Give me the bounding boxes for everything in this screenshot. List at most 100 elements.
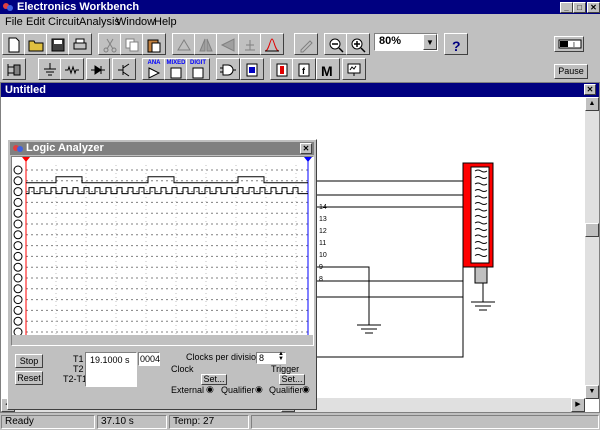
channel-terminal	[13, 219, 23, 229]
menu-file[interactable]: File	[5, 14, 23, 30]
menu-circuit[interactable]: Circuit	[48, 14, 79, 30]
cursor-t2-handle	[304, 157, 312, 162]
digital-bin-button[interactable]	[240, 58, 264, 80]
scroll-thumb[interactable]	[585, 223, 599, 237]
channel-terminal	[13, 284, 23, 294]
clock-set-button[interactable]: Set...	[201, 374, 227, 385]
miscellaneous-bin-button[interactable]: M	[316, 58, 340, 80]
spinner-arrows-icon[interactable]: ▲ ▼	[278, 351, 284, 362]
clock-label: Clock	[171, 364, 194, 374]
menu-analysis[interactable]: Analysis	[79, 14, 120, 30]
diodes-bin-button[interactable]	[86, 58, 110, 80]
copy-button[interactable]	[120, 33, 144, 55]
analysis-graphs-button[interactable]	[294, 33, 318, 55]
help-question-icon: ?	[452, 38, 461, 53]
clocks-per-division-label: Clocks per division	[186, 352, 262, 362]
analog-ics-bin-button[interactable]: ANA	[142, 58, 166, 80]
mixed-ic-icon	[170, 67, 182, 79]
app-icon	[3, 3, 13, 11]
component-properties-icon	[245, 40, 255, 51]
word-generator-ic[interactable]	[462, 162, 494, 284]
logic-analyzer-traces[interactable]	[12, 157, 313, 345]
menu-help[interactable]: Help	[154, 14, 177, 30]
cut-button[interactable]	[98, 33, 122, 55]
zoom-in-button[interactable]	[346, 33, 370, 55]
menu-edit[interactable]: Edit	[26, 14, 45, 30]
flip-flop-icon	[246, 63, 258, 77]
basic-bin-button[interactable]	[60, 58, 84, 80]
power-switch[interactable]: I	[554, 36, 584, 52]
mixed-ics-bin-button[interactable]: MIXED	[164, 58, 188, 80]
logic-analyzer-close-button[interactable]: ✕	[300, 143, 312, 154]
sources-bin-button[interactable]	[38, 58, 62, 80]
print-button[interactable]	[68, 33, 92, 55]
pin-label: 8	[319, 276, 323, 283]
ground-symbol[interactable]	[471, 301, 495, 311]
rotate-icon	[177, 39, 191, 51]
document-titlebar[interactable]: Untitled ✕	[1, 83, 599, 97]
analog-ics-label: ANA	[147, 60, 161, 66]
trigger-qualifier-radio[interactable]: ◉	[302, 384, 310, 395]
parts-bin-icon	[7, 64, 21, 76]
qualifier-radio[interactable]: ◉	[255, 384, 263, 395]
svg-text:?: ?	[452, 38, 461, 53]
digital-ics-bin-button[interactable]: DIGIT	[186, 58, 210, 80]
save-disk-icon	[51, 38, 65, 52]
channel-terminal	[13, 316, 23, 326]
t2-t1-label: T2-T1	[63, 374, 88, 384]
vertical-scrollbar[interactable]: ▲ ▼	[585, 97, 599, 399]
resistor-icon	[65, 65, 79, 75]
time-readout: 19.1000 s	[85, 352, 137, 387]
zoom-out-button[interactable]	[324, 33, 348, 55]
chevron-down-icon[interactable]: ▼	[423, 34, 437, 50]
ground-symbol[interactable]	[357, 317, 381, 334]
open-button[interactable]	[24, 33, 48, 55]
logic-analyzer-titlebar[interactable]: Logic Analyzer ✕	[10, 142, 314, 155]
logic-analyzer-display[interactable]	[11, 156, 314, 346]
status-message	[251, 415, 599, 429]
indicators-bin-button[interactable]	[270, 58, 294, 80]
flip-horizontal-button[interactable]	[194, 33, 218, 55]
save-button[interactable]	[46, 33, 70, 55]
reset-button[interactable]: Reset	[15, 371, 43, 385]
instrument-icon	[347, 63, 361, 76]
component-properties-button[interactable]	[238, 33, 262, 55]
stop-button[interactable]: Stop	[15, 354, 43, 368]
clock-trace	[26, 187, 308, 195]
maximize-button[interactable]: □	[573, 2, 586, 13]
help-button[interactable]: ?	[444, 33, 468, 55]
new-button[interactable]	[2, 33, 26, 55]
display-scrollbar	[12, 335, 313, 345]
document-close-button[interactable]: ✕	[584, 84, 596, 95]
parts-bin-toggle-button[interactable]	[2, 58, 26, 80]
flip-horizontal-icon	[199, 38, 213, 52]
minimize-button[interactable]: _	[560, 2, 573, 13]
menu-window[interactable]: Window	[116, 14, 155, 30]
app-icon	[13, 145, 23, 152]
instruments-bin-button[interactable]	[342, 58, 366, 80]
analog-ic-icon	[148, 67, 161, 79]
scroll-right-icon[interactable]: ▶	[571, 398, 585, 412]
paste-clipboard-icon	[147, 39, 161, 53]
paste-button[interactable]	[142, 33, 166, 55]
app-titlebar[interactable]: Electronics Workbench _ □ ✕	[0, 0, 600, 14]
diode-icon	[91, 65, 105, 75]
cursor-t1-handle	[22, 157, 30, 162]
channel-terminal	[13, 241, 23, 251]
scroll-up-icon[interactable]: ▲	[585, 97, 599, 111]
external-radio[interactable]: ◉	[206, 384, 214, 395]
clocks-per-division-input[interactable]: 8 ▲ ▼	[256, 351, 286, 364]
controls-bin-button[interactable]: f	[292, 58, 316, 80]
rotate-button[interactable]	[172, 33, 196, 55]
zoom-select[interactable]: 80% ▼	[374, 33, 438, 51]
trigger-qualifier-label: Qualifier	[269, 385, 303, 395]
new-file-icon	[8, 37, 20, 53]
create-subcircuit-button[interactable]	[260, 33, 284, 55]
close-button[interactable]: ✕	[587, 2, 600, 13]
pin-label: 10	[319, 252, 327, 259]
scroll-down-icon[interactable]: ▼	[585, 385, 599, 399]
flip-vertical-button[interactable]	[216, 33, 240, 55]
wire[interactable]	[317, 266, 370, 317]
logic-gates-bin-button[interactable]	[216, 58, 240, 80]
transistors-bin-button[interactable]	[112, 58, 136, 80]
